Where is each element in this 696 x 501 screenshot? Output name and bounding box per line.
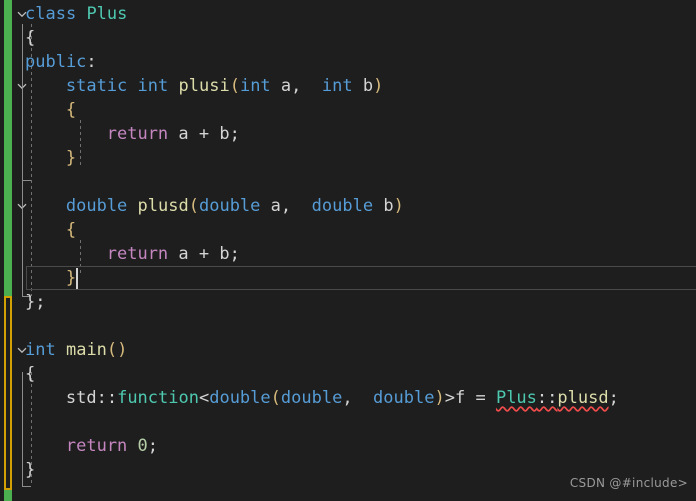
code-token: :: [86, 52, 97, 72]
code-token: {: [25, 28, 36, 48]
code-token: (: [270, 388, 281, 408]
code-token: >: [444, 388, 455, 408]
code-token: {: [25, 364, 36, 384]
code-token: Plus: [86, 4, 128, 24]
code-token: }: [65, 268, 77, 288]
code-line[interactable]: }: [66, 266, 76, 290]
code-line[interactable]: {: [25, 26, 35, 50]
code-token: double: [373, 388, 435, 408]
code-token: b: [383, 196, 394, 216]
code-token: function: [117, 388, 199, 408]
code-token: double: [198, 196, 261, 216]
code-token: return: [106, 244, 169, 264]
code-token: double: [280, 388, 343, 408]
code-token: }: [65, 148, 77, 168]
code-token: ;: [35, 292, 46, 312]
code-token: plusd: [557, 388, 609, 408]
code-token: main: [65, 340, 107, 360]
code-token: ;: [229, 124, 240, 144]
code-line[interactable]: return a + b;: [107, 242, 240, 266]
code-token: ;: [229, 244, 240, 264]
code-token: +: [198, 124, 210, 144]
code-token: {: [65, 100, 77, 120]
code-line[interactable]: return a + b;: [107, 122, 240, 146]
code-token: a: [168, 244, 199, 264]
code-line[interactable]: {: [66, 218, 76, 242]
code-token: b: [362, 76, 374, 96]
code-token: =: [475, 388, 486, 408]
code-token: f: [454, 388, 476, 408]
code-line[interactable]: class Plus: [25, 2, 127, 26]
code-line[interactable]: public:: [25, 50, 97, 74]
code-token: int: [239, 76, 271, 96]
code-line[interactable]: return 0;: [66, 434, 158, 458]
code-line[interactable]: int main(): [25, 338, 127, 362]
code-token: {: [65, 220, 77, 240]
code-token: }: [25, 292, 36, 312]
code-token: a: [280, 76, 292, 96]
code-token: a: [168, 124, 199, 144]
code-token: (: [229, 76, 240, 96]
code-token: }: [25, 460, 36, 480]
code-token: plusd: [137, 196, 189, 216]
code-token: ;: [608, 388, 619, 408]
code-token: <: [198, 388, 210, 408]
watermark: CSDN @#include>: [569, 476, 688, 490]
code-line[interactable]: std::function<double(double, double)>f =…: [66, 386, 619, 410]
code-line[interactable]: }: [66, 146, 76, 170]
code-line[interactable]: };: [25, 290, 46, 314]
code-token: static: [65, 76, 128, 96]
code-token: double: [209, 388, 271, 408]
code-token: ::: [536, 388, 558, 408]
code-token: int: [25, 340, 56, 360]
code-token: double: [311, 196, 374, 216]
code-token: ): [373, 76, 384, 96]
code-token: Plus: [495, 388, 537, 408]
code-token: int: [321, 76, 353, 96]
code-content[interactable]: class Plus{public: static int plusi(int a…: [0, 0, 696, 501]
code-editor[interactable]: class Plus{public: static int plusi(int a…: [0, 0, 696, 501]
code-token: ::: [96, 388, 118, 408]
code-line[interactable]: static int plusi(int a, int b): [66, 74, 384, 98]
code-token: public: [25, 52, 87, 72]
code-line[interactable]: double plusd(double a, double b): [66, 194, 404, 218]
code-token: a: [270, 196, 281, 216]
code-token: ): [393, 196, 404, 216]
code-token: return: [65, 436, 128, 456]
code-token: b: [209, 244, 230, 264]
code-token: ): [434, 388, 445, 408]
code-token: ,: [342, 388, 353, 408]
code-token: ;: [147, 436, 159, 456]
code-token: (): [106, 340, 128, 360]
code-line[interactable]: {: [25, 362, 35, 386]
code-token: ,: [280, 196, 292, 216]
code-token: int: [137, 76, 169, 96]
code-token: double: [65, 196, 128, 216]
code-line[interactable]: {: [66, 98, 76, 122]
code-token: b: [209, 124, 230, 144]
code-token: +: [198, 244, 210, 264]
code-token: (: [188, 196, 199, 216]
code-token: return: [106, 124, 169, 144]
code-token: class: [25, 4, 77, 24]
code-line[interactable]: }: [25, 458, 35, 482]
code-token: plusi: [178, 76, 230, 96]
code-token: 0: [137, 436, 148, 456]
code-token: ,: [291, 76, 302, 96]
code-token: std: [65, 388, 97, 408]
